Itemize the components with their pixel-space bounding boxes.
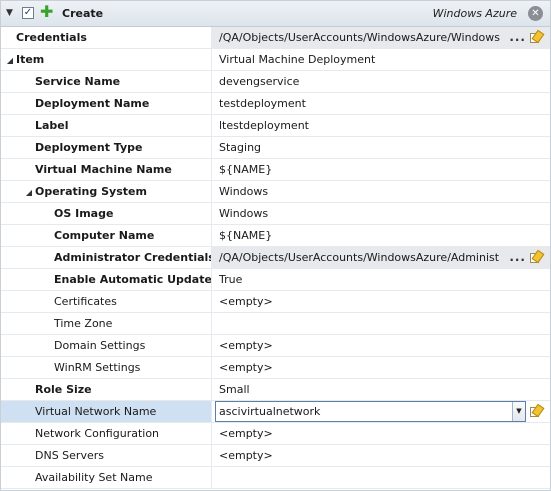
edit-pencil-icon[interactable]	[530, 249, 545, 264]
deployment-type-field[interactable]: Staging	[211, 137, 550, 158]
property-row-certificates: Certificates <empty>	[1, 291, 550, 313]
plus-icon: ✚	[40, 2, 54, 21]
property-grid: ▼ ✓ ✚ Create Windows Azure ✕ Credentials…	[0, 0, 551, 491]
service-name-field[interactable]: devengservice	[211, 71, 550, 92]
enable-checkbox[interactable]: ✓	[22, 7, 34, 19]
provider-label: Windows Azure	[432, 7, 517, 20]
network-configuration-field[interactable]: <empty>	[211, 423, 550, 444]
property-row-computer-name: Computer Name ${NAME}	[1, 225, 550, 247]
property-value: /QA/Objects/UserAccounts/WindowsAzure/Ad…	[219, 251, 500, 264]
dns-servers-field[interactable]: <empty>	[211, 445, 550, 466]
expander-triangle-icon[interactable]: ◢	[4, 50, 16, 70]
winrm-settings-field[interactable]: <empty>	[211, 357, 550, 378]
property-value: /QA/Objects/UserAccounts/WindowsAzure/Wi…	[219, 31, 501, 44]
label-field[interactable]: ltestdeployment	[211, 115, 550, 136]
edit-pencil-icon[interactable]	[530, 29, 545, 44]
property-label: WinRM Settings	[54, 361, 141, 374]
property-label: Time Zone	[54, 317, 113, 330]
property-label: Deployment Type	[35, 141, 143, 154]
property-row-domain-settings: Domain Settings <empty>	[1, 335, 550, 357]
os-image-field[interactable]: Windows	[211, 203, 550, 224]
property-row-dns-servers: DNS Servers <empty>	[1, 445, 550, 467]
property-row-deployment-type: Deployment Type Staging	[1, 137, 550, 159]
property-row-service-name: Service Name devengservice	[1, 71, 550, 93]
property-label: Enable Automatic Updates	[54, 273, 211, 286]
property-row-deployment-name: Deployment Name testdeployment	[1, 93, 550, 115]
property-row-credentials: Credentials /QA/Objects/UserAccounts/Win…	[1, 27, 550, 49]
property-row-item: ◢ Item Virtual Machine Deployment	[1, 49, 550, 71]
property-label: DNS Servers	[35, 449, 104, 462]
property-label: Credentials	[16, 31, 87, 44]
edit-pencil-icon[interactable]	[530, 403, 545, 418]
property-label: Service Name	[35, 75, 121, 88]
property-row-os-image: OS Image Windows	[1, 203, 550, 225]
header-title: Create	[62, 7, 104, 20]
combobox-text: ascivirtualnetwork	[219, 405, 321, 418]
collapse-triangle-icon[interactable]: ▼	[6, 8, 13, 18]
property-row-availability-set-name: Availability Set Name	[1, 467, 550, 489]
role-size-field[interactable]: Small	[211, 379, 550, 400]
property-label: Role Size	[35, 383, 92, 396]
browse-ellipsis-button[interactable]: ...	[509, 27, 526, 48]
property-value: Virtual Machine Deployment	[211, 49, 550, 70]
certificates-field[interactable]: <empty>	[211, 291, 550, 312]
property-label: OS Image	[54, 207, 114, 220]
time-zone-field[interactable]	[211, 313, 550, 334]
property-row-enable-automatic-updates: Enable Automatic Updates True	[1, 269, 550, 291]
property-label: Virtual Network Name	[35, 405, 157, 418]
property-grid-header: ▼ ✓ ✚ Create Windows Azure ✕	[1, 1, 550, 27]
property-label: Availability Set Name	[35, 471, 153, 484]
credentials-value[interactable]: /QA/Objects/UserAccounts/WindowsAzure/Wi…	[211, 27, 550, 48]
dropdown-arrow-icon[interactable]: ▼	[512, 402, 525, 421]
property-label: Computer Name	[54, 229, 155, 242]
availability-set-name-field[interactable]	[211, 467, 550, 488]
administrator-credentials-value[interactable]: /QA/Objects/UserAccounts/WindowsAzure/Ad…	[211, 247, 550, 268]
property-row-virtual-machine-name: Virtual Machine Name ${NAME}	[1, 159, 550, 181]
property-row-administrator-credentials: Administrator Credentials /QA/Objects/Us…	[1, 247, 550, 269]
property-label: Network Configuration	[35, 427, 160, 440]
computer-name-field[interactable]: ${NAME}	[211, 225, 550, 246]
close-icon[interactable]: ✕	[528, 6, 543, 21]
property-row-label: Label ltestdeployment	[1, 115, 550, 137]
property-label: Certificates	[54, 295, 117, 308]
property-label: Domain Settings	[54, 339, 146, 352]
property-label[interactable]: ◢ Item	[1, 49, 211, 70]
property-label: Label	[35, 119, 69, 132]
property-row-role-size: Role Size Small	[1, 379, 550, 401]
property-row-time-zone: Time Zone	[1, 313, 550, 335]
property-label: Deployment Name	[35, 97, 150, 110]
deployment-name-field[interactable]: testdeployment	[211, 93, 550, 114]
property-row-operating-system: ◢ Operating System Windows	[1, 181, 550, 203]
property-row-winrm-settings: WinRM Settings <empty>	[1, 357, 550, 379]
property-label: Administrator Credentials	[54, 251, 211, 264]
virtual-network-name-combobox[interactable]: ascivirtualnetwork ▼	[215, 401, 526, 422]
virtual-network-name-value: ascivirtualnetwork ▼	[211, 401, 550, 422]
property-row-virtual-network-name: Virtual Network Name ascivirtualnetwork …	[1, 401, 550, 423]
property-label[interactable]: ◢ Operating System	[1, 181, 211, 202]
domain-settings-field[interactable]: <empty>	[211, 335, 550, 356]
property-value: Windows	[211, 181, 550, 202]
virtual-machine-name-field[interactable]: ${NAME}	[211, 159, 550, 180]
property-label: Virtual Machine Name	[35, 163, 172, 176]
property-rows: Credentials /QA/Objects/UserAccounts/Win…	[1, 27, 550, 489]
property-row-network-configuration: Network Configuration <empty>	[1, 423, 550, 445]
enable-automatic-updates-field[interactable]: True	[211, 269, 550, 290]
expander-triangle-icon[interactable]: ◢	[23, 182, 35, 202]
browse-ellipsis-button[interactable]: ...	[509, 247, 526, 268]
